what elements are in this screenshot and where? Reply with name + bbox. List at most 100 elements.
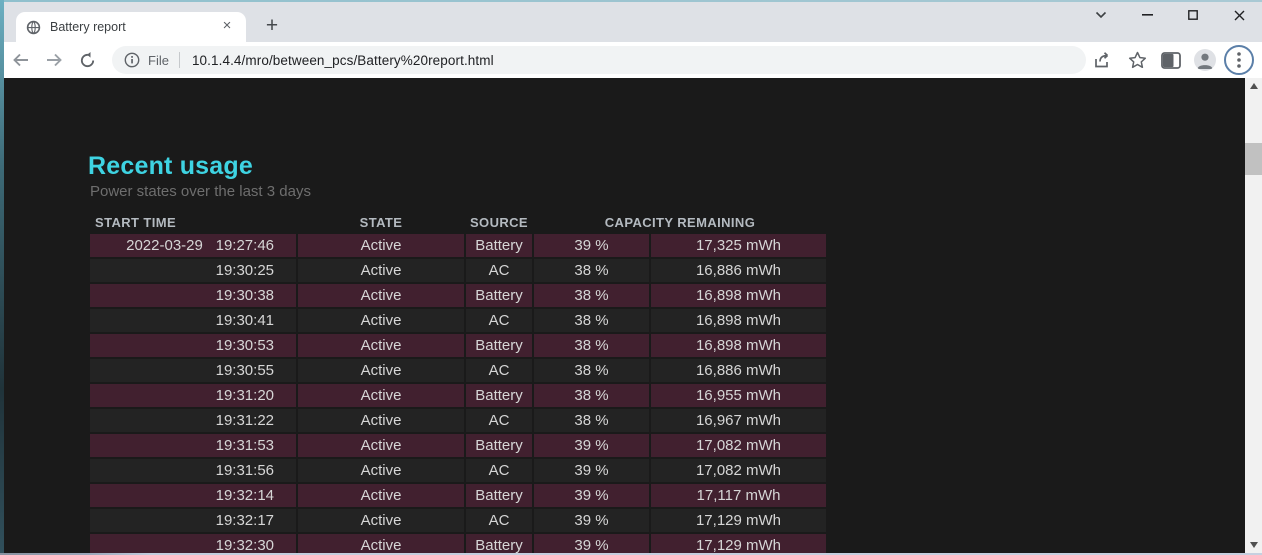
cell-time: 19:31:53 <box>212 437 274 454</box>
cell-time: 19:31:22 <box>212 412 274 429</box>
table-row: 19:32:30 Active Battery 39 % 17,129 mWh <box>90 534 826 553</box>
cell-time: 19:32:14 <box>212 487 274 504</box>
cell-mwh: 16,898 mWh <box>651 334 826 357</box>
scroll-up-arrow-icon[interactable] <box>1245 78 1262 94</box>
cell-state: Active <box>298 359 464 382</box>
cell-mwh: 17,129 mWh <box>651 509 826 532</box>
cell-source: Battery <box>466 534 532 553</box>
cell-state: Active <box>298 459 464 482</box>
cell-mwh: 16,898 mWh <box>651 284 826 307</box>
cell-date: 2022-03-29 <box>112 237 212 254</box>
cell-time: 19:32:30 <box>212 537 274 553</box>
avatar-icon <box>1194 49 1216 71</box>
page-subtitle: Power states over the last 3 days <box>90 183 311 200</box>
table-header-row: START TIME STATE SOURCE CAPACITY REMAINI… <box>90 212 826 232</box>
reload-icon[interactable] <box>75 48 99 72</box>
cell-source: Battery <box>466 334 532 357</box>
share-icon[interactable] <box>1088 45 1118 75</box>
maximize-icon[interactable] <box>1170 0 1216 30</box>
cell-source: Battery <box>466 234 532 257</box>
browser-tab[interactable]: Battery report × <box>16 12 246 42</box>
cell-percent: 38 % <box>534 359 649 382</box>
cell-state: Active <box>298 409 464 432</box>
cell-mwh: 17,117 mWh <box>651 484 826 507</box>
cell-source: Battery <box>466 284 532 307</box>
browser-toolbar: File 10.1.4.4/mro/between_pcs/Battery%20… <box>0 42 1262 78</box>
cell-time: 19:30:25 <box>212 262 274 279</box>
cell-percent: 38 % <box>534 309 649 332</box>
page-content: Recent usage Power states over the last … <box>0 78 1262 553</box>
cell-time: 19:31:56 <box>212 462 274 479</box>
close-icon[interactable] <box>1216 0 1262 30</box>
globe-favicon-icon <box>26 20 41 35</box>
cell-state: Active <box>298 434 464 457</box>
table-row: 2022-03-2919:27:46 Active Battery 39 % 1… <box>90 234 826 257</box>
page-title: Recent usage <box>88 152 253 181</box>
three-dot-menu-icon <box>1237 52 1241 68</box>
cell-percent: 38 % <box>534 384 649 407</box>
cell-source: AC <box>466 509 532 532</box>
tab-title: Battery report <box>50 20 218 34</box>
toolbar-actions <box>1084 42 1254 78</box>
cell-mwh: 17,129 mWh <box>651 534 826 553</box>
table-row: 19:31:22 Active AC 38 % 16,967 mWh <box>90 409 826 432</box>
cell-mwh: 16,898 mWh <box>651 309 826 332</box>
cell-state: Active <box>298 234 464 257</box>
table-row: 19:31:20 Active Battery 38 % 16,955 mWh <box>90 384 826 407</box>
cell-time: 19:30:38 <box>212 287 274 304</box>
cell-time: 19:30:53 <box>212 337 274 354</box>
cell-percent: 39 % <box>534 459 649 482</box>
table-row: 19:31:56 Active AC 39 % 17,082 mWh <box>90 459 826 482</box>
minimize-icon[interactable] <box>1124 0 1170 30</box>
cell-source: AC <box>466 409 532 432</box>
table-row: 19:30:41 Active AC 38 % 16,898 mWh <box>90 309 826 332</box>
scrollbar-thumb[interactable] <box>1245 143 1262 175</box>
cell-mwh: 16,886 mWh <box>651 359 826 382</box>
url-scheme-label: File <box>148 53 169 68</box>
scroll-down-arrow-icon[interactable] <box>1245 537 1262 553</box>
cell-source: AC <box>466 259 532 282</box>
cell-time: 19:27:46 <box>212 237 274 254</box>
table-row: 19:30:53 Active Battery 38 % 16,898 mWh <box>90 334 826 357</box>
tab-strip: Battery report × + <box>0 0 1262 42</box>
bookmark-star-icon[interactable] <box>1122 45 1152 75</box>
cell-state: Active <box>298 384 464 407</box>
window-top-edge <box>0 0 1262 2</box>
header-source: SOURCE <box>466 212 532 232</box>
forward-arrow-icon[interactable] <box>42 48 66 72</box>
address-bar[interactable]: File 10.1.4.4/mro/between_pcs/Battery%20… <box>112 46 1086 74</box>
cell-percent: 39 % <box>534 484 649 507</box>
cell-state: Active <box>298 284 464 307</box>
cell-percent: 38 % <box>534 259 649 282</box>
tab-search-chevron-icon[interactable] <box>1078 0 1124 30</box>
cell-time: 19:31:20 <box>212 387 274 404</box>
table-row: 19:31:53 Active Battery 39 % 17,082 mWh <box>90 434 826 457</box>
profile-avatar[interactable] <box>1190 45 1220 75</box>
table-row: 19:30:55 Active AC 38 % 16,886 mWh <box>90 359 826 382</box>
table-row: 19:32:17 Active AC 39 % 17,129 mWh <box>90 509 826 532</box>
table-row: 19:30:38 Active Battery 38 % 16,898 mWh <box>90 284 826 307</box>
table-row: 19:32:14 Active Battery 39 % 17,117 mWh <box>90 484 826 507</box>
cell-state: Active <box>298 534 464 553</box>
tab-close-icon[interactable]: × <box>218 18 236 36</box>
cell-source: Battery <box>466 434 532 457</box>
info-icon[interactable] <box>124 52 140 68</box>
omnibox-divider <box>179 52 180 68</box>
cell-source: Battery <box>466 484 532 507</box>
cell-state: Active <box>298 309 464 332</box>
new-tab-button[interactable]: + <box>258 13 286 41</box>
cell-mwh: 17,325 mWh <box>651 234 826 257</box>
header-state: STATE <box>298 212 464 232</box>
cell-source: Battery <box>466 384 532 407</box>
side-panel-icon[interactable] <box>1156 45 1186 75</box>
table-row: 19:30:25 Active AC 38 % 16,886 mWh <box>90 259 826 282</box>
url-text[interactable]: 10.1.4.4/mro/between_pcs/Battery%20repor… <box>192 53 494 68</box>
back-arrow-icon[interactable] <box>9 48 33 72</box>
cell-percent: 38 % <box>534 334 649 357</box>
cell-state: Active <box>298 334 464 357</box>
header-capacity-remaining: CAPACITY REMAINING <box>534 212 826 232</box>
three-dot-menu-button[interactable] <box>1224 45 1254 75</box>
cell-percent: 39 % <box>534 434 649 457</box>
vertical-scrollbar[interactable] <box>1245 78 1262 553</box>
menu-focus-ring <box>1224 45 1254 75</box>
